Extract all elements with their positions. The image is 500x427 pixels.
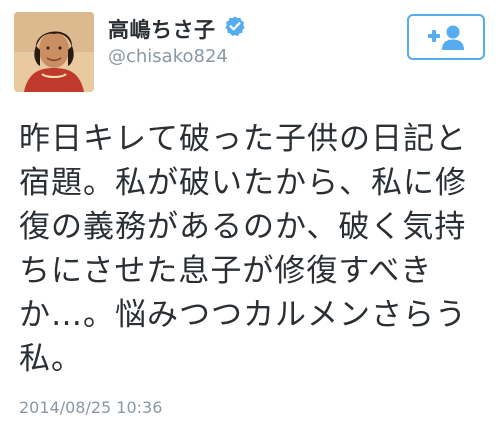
verified-badge-icon bbox=[225, 16, 245, 36]
tweet-text-line: 復の義務があるのか、破く気持 bbox=[19, 209, 467, 245]
follow-button[interactable] bbox=[407, 14, 485, 60]
tweet-timestamp[interactable]: 2014/08/25 10:36 bbox=[19, 398, 162, 417]
add-user-icon bbox=[428, 25, 464, 50]
tweet-text-line: 私。 bbox=[19, 341, 83, 377]
profile-photo-icon bbox=[14, 12, 94, 92]
tweet-card: 高嶋ちさ子 @chisako824 昨日キレて破った子供の日記と 宿題。私が破い… bbox=[0, 0, 500, 427]
tweet-text: 昨日キレて破った子供の日記と 宿題。私が破いたから、私に修 復の義務があるのか、… bbox=[19, 117, 489, 381]
tweet-text-line: 昨日キレて破った子供の日記と bbox=[19, 121, 467, 157]
user-handle[interactable]: @chisako824 bbox=[108, 46, 228, 67]
tweet-text-line: か…。悩みつつカルメンさらう bbox=[19, 297, 467, 333]
display-name[interactable]: 高嶋ちさ子 bbox=[108, 14, 216, 44]
avatar[interactable] bbox=[14, 12, 94, 92]
tweet-text-line: 宿題。私が破いたから、私に修 bbox=[19, 165, 467, 201]
tweet-text-line: ちにさせた息子が修復すべき bbox=[19, 253, 433, 289]
